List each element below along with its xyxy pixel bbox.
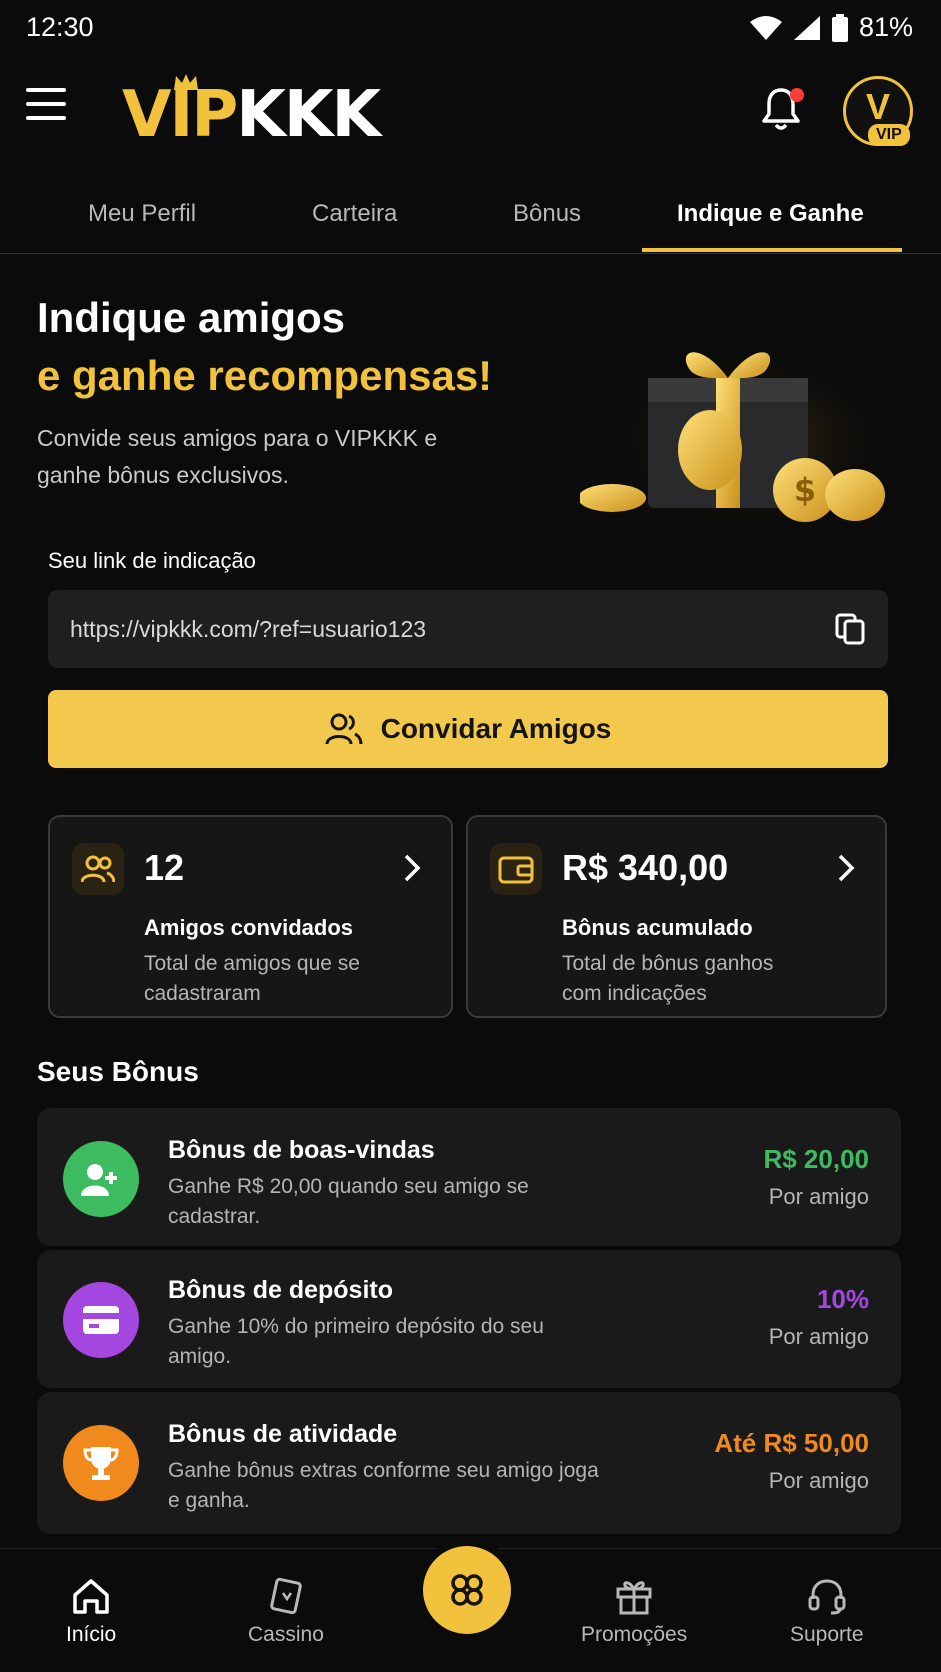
bonus-description: Ganhe 10% do primeiro depósito do seu am… — [168, 1315, 544, 1368]
signal-icon — [793, 15, 820, 40]
bonus-per: Por amigo — [768, 1184, 869, 1209]
chevron-right-icon — [404, 854, 421, 882]
bonus-value: Até R$ 50,00 — [714, 1428, 869, 1458]
logo-kkk-text: KKK — [236, 78, 381, 152]
gift-icon — [616, 1581, 652, 1615]
tab-indique-e-ganhe[interactable]: Indique e Ganhe — [677, 200, 864, 228]
bonus-value: 10% — [816, 1284, 869, 1314]
wallet-icon — [490, 843, 542, 895]
bonus-title: Bônus de depósito — [168, 1276, 393, 1304]
copy-icon[interactable] — [834, 612, 868, 646]
stat-description: Total de amigos que se cadastraram — [144, 952, 360, 1005]
nav-inicio[interactable]: Início — [66, 1577, 116, 1647]
stat-title: Bônus acumulado — [562, 915, 753, 940]
bonus-title: Bônus de atividade — [168, 1420, 398, 1448]
bonus-item-deposit[interactable]: Bônus de depósito Ganhe 10% do primeiro … — [37, 1250, 901, 1390]
bonus-value: R$ 20,00 — [763, 1144, 869, 1174]
invite-friends-button[interactable]: Convidar Amigos — [48, 690, 888, 768]
tab-bar: Meu Perfil Carteira Bônus Indique e Ganh… — [0, 188, 941, 254]
tab-carteira[interactable]: Carteira — [312, 200, 397, 228]
svg-text:$: $ — [794, 471, 816, 509]
nav-label: Suporte — [790, 1623, 864, 1646]
hero-title: Indique amigos — [37, 294, 346, 341]
card-icon — [63, 1282, 139, 1358]
hamburger-icon-bar — [26, 88, 66, 92]
vip-badge: VIP — [868, 124, 910, 146]
status-time: 12:30 — [26, 12, 94, 42]
bonus-per: Por amigo — [768, 1324, 869, 1349]
stat-value: R$ 340,00 — [562, 847, 729, 888]
tab-bonus[interactable]: Bônus — [513, 200, 581, 228]
nav-label: Promoções — [581, 1623, 688, 1646]
app-logo: VIP KKK — [122, 72, 381, 152]
battery-icon — [831, 13, 848, 42]
home-icon — [73, 1579, 109, 1614]
tab-meu-perfil[interactable]: Meu Perfil — [88, 200, 196, 228]
hero-subtitle: Convide seus amigos para o VIPKKK e ganh… — [37, 425, 438, 488]
referral-link-input[interactable] — [70, 590, 810, 668]
nav-suporte[interactable]: Suporte — [790, 1577, 864, 1647]
battery-percent: 81% — [858, 12, 913, 42]
stat-value: 12 — [144, 847, 185, 888]
nav-label: Início — [66, 1623, 117, 1646]
nav-promocoes[interactable]: Promoções — [581, 1577, 687, 1647]
stat-card-bonus[interactable]: R$ 340,00 Bônus acumulado Total de bônus… — [466, 815, 887, 1018]
hero-title-highlight: e ganhe recompensas! — [37, 352, 493, 399]
bonus-item-activity[interactable]: Bônus de atividade Ganhe bônus extras co… — [37, 1392, 901, 1536]
user-plus-icon — [63, 1141, 139, 1217]
gift-coins-illustration: $ — [580, 350, 900, 530]
bonus-item-welcome[interactable]: Bônus de boas-vindas Ganhe R$ 20,00 quan… — [37, 1108, 901, 1248]
chevron-right-icon — [838, 854, 855, 882]
headset-icon — [808, 1579, 846, 1615]
trophy-icon — [63, 1425, 139, 1501]
bonus-description: Ganhe bônus extras conforme seu amigo jo… — [168, 1459, 599, 1512]
invite-friends-label: Convidar Amigos — [380, 713, 612, 744]
users-icon — [325, 713, 363, 745]
avatar-letter: V — [865, 86, 890, 127]
hamburger-icon-bar — [26, 116, 66, 120]
nav-label: Cassino — [248, 1623, 324, 1646]
referral-link-field — [48, 590, 888, 668]
center-action-button[interactable] — [423, 1546, 511, 1634]
users-icon — [72, 843, 124, 895]
notification-dot — [790, 88, 804, 102]
referral-link-label: Seu link de indicação — [48, 548, 256, 573]
stat-card-friends[interactable]: 12 Amigos convidados Total de amigos que… — [48, 815, 453, 1018]
section-title: Seus Bônus — [37, 1056, 199, 1087]
bonus-per: Por amigo — [768, 1468, 869, 1493]
nav-cassino[interactable]: Cassino — [248, 1577, 324, 1647]
logo-vip-text: VIP — [122, 78, 238, 152]
stat-description: Total de bônus ganhos com indicações — [562, 952, 774, 1005]
cards-icon — [270, 1577, 302, 1615]
hamburger-icon-bar — [26, 102, 66, 106]
stat-title: Amigos convidados — [144, 915, 354, 940]
bonus-title: Bônus de boas-vindas — [168, 1136, 435, 1164]
menu-button[interactable] — [26, 88, 72, 128]
status-icons: 81% — [749, 12, 913, 43]
wifi-icon — [749, 15, 782, 40]
clover-icon — [451, 1574, 483, 1606]
active-tab-indicator — [642, 248, 902, 252]
bonus-description: Ganhe R$ 20,00 quando seu amigo se cadas… — [168, 1175, 529, 1228]
